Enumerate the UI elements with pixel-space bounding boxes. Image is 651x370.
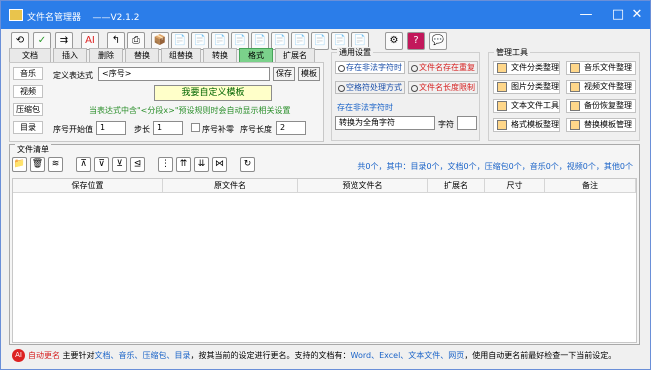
add-files-icon[interactable]: 📁 [12,157,27,172]
tab-delete[interactable]: 删除 [89,48,123,62]
ai-icon: AI [12,349,25,362]
status-text: ，按其当前的设定进行更名。支持的文档有： [190,351,351,360]
sort-desc-icon[interactable]: ⇊ [194,157,209,172]
window-title: 文件名管理器 ——V2.1.2 [27,13,140,23]
expression-input[interactable]: <序号> [98,67,270,81]
option-space[interactable]: 空格符处理方式 [335,81,405,94]
tab-extension[interactable]: 扩展名 [275,48,315,62]
column-header[interactable]: 原文件名 [163,179,298,193]
sidebar-item-music[interactable]: 音乐 [13,67,43,80]
sidebar-item-directory[interactable]: 目录 [13,121,43,134]
length-input[interactable]: 2 [276,121,306,135]
backup-restore-button[interactable]: 备份恢复整理 [566,99,636,113]
char-label: 字符 [438,120,454,129]
status-bar: AI 自动更名 主要针对文档、音乐、压缩包、目录，按其当前的设定进行更名。支持的文… [9,346,640,366]
option-duplicate[interactable]: 文件名存在重复 [408,61,478,74]
chat-icon[interactable]: 💬 [429,32,447,50]
option-illegal-char[interactable]: 存在非法字符时 [335,61,405,74]
text-tool-button[interactable]: 文本文件工具 [493,99,560,113]
app-folder-icon [9,9,23,21]
expression-hint: 当表达式中含"<分段x>"预设规则时会自动显示相关设置 [89,106,291,115]
column-header[interactable]: 备注 [545,179,636,193]
template-button[interactable]: 模板 [298,67,320,81]
move-up-icon[interactable]: ⊽ [94,157,109,172]
help-icon[interactable]: ? [407,32,425,50]
app-window: 文件名管理器 ——V2.1.2 — □ ✕ ⟲ ✓ ⇉ AI ↰ ⎙ 📦 📄 📄… [0,0,651,370]
replace-icon [570,120,580,130]
management-tools-title: 管理工具 [494,47,530,58]
filter-icon[interactable]: ≋ [48,157,63,172]
music-icon [570,63,580,73]
file-list-title: 文件清单 [15,144,51,155]
sidebar-item-video[interactable]: 视频 [13,85,43,98]
file-classify-button[interactable]: 文件分类整理 [493,61,560,75]
gear-icon[interactable]: ⚙ [385,32,403,50]
step-label: 步长 [134,125,150,134]
option-length-limit[interactable]: 文件名长度限制 [408,81,478,94]
title-bar: 文件名管理器 ——V2.1.2 — □ ✕ [1,1,650,29]
folder-icon [497,63,507,73]
delete-icon[interactable]: 🗑 [30,157,45,172]
music-organize-button[interactable]: 音乐文件整理 [566,61,636,75]
tab-replace[interactable]: 替换 [125,48,159,62]
template-icon [497,120,507,130]
image-icon [497,82,507,92]
column-header[interactable]: 预览文件名 [298,179,428,193]
close-button[interactable]: ✕ [621,1,651,29]
zero-pad-checkbox[interactable] [191,123,200,132]
step-input[interactable]: 1 [153,121,183,135]
start-value-label: 序号开始值 [53,125,93,134]
file-list-panel: 文件清单 📁 🗑 ≋ ⊼ ⊽ ⊻ ⊴ ⋮ ⇈ ⇊ ⋈ ↻ 共0个，其中：目录0个… [9,144,640,345]
image-classify-button[interactable]: 图片分类整理 [493,80,560,94]
video-organize-button[interactable]: 视频文件整理 [566,80,636,94]
replace-template-button[interactable]: 替换模板管理 [566,118,636,132]
file-stats: 共0个，其中：目录0个，文档0个，压缩包0个，音乐0个，视频0个，其他0个 [357,162,633,171]
sidebar-item-archive[interactable]: 压缩包 [13,103,43,116]
refresh-list-icon[interactable]: ↻ [240,157,255,172]
illegal-char-subtitle: 存在非法字符时 [337,103,393,112]
move-top-icon[interactable]: ⊼ [76,157,91,172]
minimize-button[interactable]: — [570,1,602,29]
sort-asc-icon[interactable]: ⇈ [176,157,191,172]
backup-icon [570,101,580,111]
text-file-icon [497,101,507,111]
status-text: 主要针对 [62,351,95,360]
list-toolbar: 📁 🗑 ≋ ⊼ ⊽ ⊻ ⊴ ⋮ ⇈ ⇊ ⋈ ↻ 共0个，其中：目录0个，文档0个… [12,155,637,175]
move-down-icon[interactable]: ⊻ [112,157,127,172]
expression-label: 定义表达式 [53,71,93,80]
auto-rename-label[interactable]: 自动更名 [28,351,60,360]
tab-group-replace[interactable]: 组替换 [161,48,201,62]
status-text: ，使用自动更名前最好检查一下当前设定。 [464,351,617,360]
shuffle-icon[interactable]: ⋈ [212,157,227,172]
video-icon [570,82,580,92]
save-button[interactable]: 保存 [273,67,295,81]
format-template-button[interactable]: 格式模板整理 [493,118,560,132]
tab-format[interactable]: 格式 [239,48,273,62]
status-formats: Word、Excel、文本文件、网页 [350,351,465,360]
file-table[interactable]: 保存位置 原文件名 预览文件名 扩展名 尺寸 备注 [12,178,637,343]
column-header[interactable]: 保存位置 [13,179,163,193]
column-header[interactable]: 扩展名 [428,179,485,193]
move-bottom-icon[interactable]: ⊴ [130,157,145,172]
illegal-char-select[interactable]: 转换为全角字符 [335,116,435,130]
custom-template-button[interactable]: 我要自定义模板 [154,85,272,101]
tab-convert[interactable]: 转换 [203,48,237,62]
sort-icon[interactable]: ⋮ [158,157,173,172]
status-types: 文档、音乐、压缩包、目录 [94,351,191,360]
tab-document[interactable]: 文档 [9,48,51,62]
tab-insert[interactable]: 插入 [53,48,87,62]
general-settings-title: 通用设置 [337,47,373,58]
zero-pad-label: 序号补零 [202,125,234,134]
char-input[interactable] [457,116,477,130]
start-value-input[interactable]: 1 [96,121,126,135]
column-header[interactable]: 尺寸 [485,179,545,193]
length-label: 序号长度 [240,125,272,134]
